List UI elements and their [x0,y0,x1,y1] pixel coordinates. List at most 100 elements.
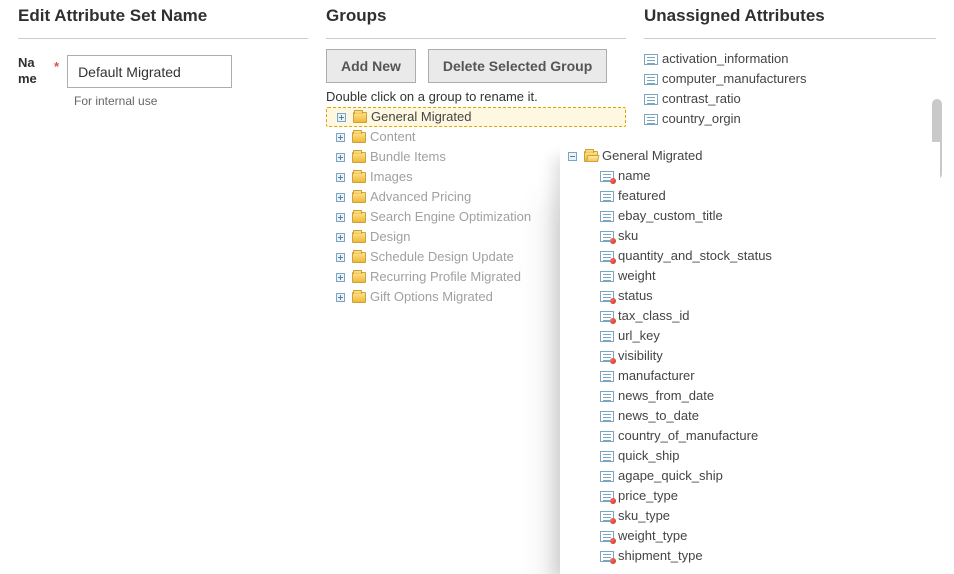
folder-icon [352,292,366,303]
add-new-button[interactable]: Add New [326,49,416,83]
attribute-icon [644,114,658,125]
attribute-set-name-input[interactable] [67,55,232,88]
folder-icon [352,172,366,183]
attribute-icon [600,511,614,522]
overlay-attribute-row[interactable]: sku [566,226,932,246]
overlay-attribute-row[interactable]: featured [566,186,932,206]
group-label: Design [370,228,410,246]
overlay-attribute-row[interactable]: quick_ship [566,446,932,466]
attribute-icon [600,451,614,462]
group-label: Bundle Items [370,148,446,166]
attribute-icon [600,531,614,542]
overlay-root-row[interactable]: General Migrated [566,146,932,166]
expand-icon[interactable] [336,173,345,182]
attribute-label: manufacturer [618,367,695,385]
required-dot-icon [610,298,616,304]
unassigned-attribute-row[interactable]: country_orgin [644,109,930,129]
group-row[interactable]: General Migrated [326,107,626,127]
name-hint: For internal use [74,94,308,108]
expand-icon[interactable] [336,253,345,262]
folder-icon [352,152,366,163]
attribute-icon [600,271,614,282]
attribute-icon [600,491,614,502]
overlay-attribute-row[interactable]: visibility [566,346,932,366]
attribute-icon [600,391,614,402]
attribute-icon [644,94,658,105]
required-dot-icon [610,558,616,564]
folder-icon [352,192,366,203]
group-label: Recurring Profile Migrated [370,268,521,286]
overlay-attribute-row[interactable]: weight_type [566,526,932,546]
folder-open-icon [584,151,598,162]
overlay-attribute-row[interactable]: manufacturer [566,366,932,386]
attribute-label: news_from_date [618,387,714,405]
delete-selected-group-button[interactable]: Delete Selected Group [428,49,607,83]
folder-icon [352,232,366,243]
overlay-attribute-row[interactable]: sku_type [566,506,932,526]
overlay-attribute-row[interactable]: tax_class_id [566,306,932,326]
overlay-attribute-row[interactable]: news_from_date [566,386,932,406]
attribute-label: activation_information [662,50,788,68]
overlay-attribute-row[interactable]: ebay_custom_title [566,206,932,226]
expand-icon[interactable] [336,153,345,162]
overlay-attribute-row[interactable]: shipment_type [566,546,932,566]
attribute-icon [600,251,614,262]
required-dot-icon [610,318,616,324]
attribute-icon [600,231,614,242]
attribute-label: quick_ship [618,447,679,465]
overlay-attribute-row[interactable]: name [566,166,932,186]
expand-icon[interactable] [336,133,345,142]
overlay-attribute-row[interactable]: weight [566,266,932,286]
attribute-label: status [618,287,653,305]
expand-icon[interactable] [336,213,345,222]
folder-icon [352,132,366,143]
attribute-icon [600,171,614,182]
expand-icon[interactable] [336,273,345,282]
attribute-label: country_orgin [662,110,741,128]
attribute-label: url_key [618,327,660,345]
attribute-label: country_of_manufacture [618,427,758,445]
attribute-icon [600,191,614,202]
overlay-attribute-row[interactable]: url_key [566,326,932,346]
attribute-icon [600,431,614,442]
folder-icon [352,252,366,263]
attribute-icon [600,471,614,482]
unassigned-attribute-row[interactable]: computer_manufacturers [644,69,930,89]
required-dot-icon [610,238,616,244]
overlay-attribute-row[interactable]: quantity_and_stock_status [566,246,932,266]
attribute-icon [600,211,614,222]
edit-attribute-set-title: Edit Attribute Set Name [18,0,308,39]
attribute-icon [644,54,658,65]
expand-icon[interactable] [336,233,345,242]
attribute-label: featured [618,187,666,205]
unassigned-attribute-row[interactable]: contrast_ratio [644,89,930,109]
required-star-icon: * [54,59,59,74]
overlay-attribute-row[interactable]: status [566,286,932,306]
required-dot-icon [610,358,616,364]
unassigned-attribute-row[interactable]: activation_information [644,49,930,69]
attribute-icon [644,74,658,85]
overlay-root-label: General Migrated [602,147,702,165]
attribute-icon [600,351,614,362]
expand-icon[interactable] [336,193,345,202]
required-dot-icon [610,518,616,524]
attribute-label: price_type [618,487,678,505]
required-dot-icon [610,498,616,504]
overlay-attribute-row[interactable]: country_of_manufacture [566,426,932,446]
unassigned-tree: activation_information computer_manufactu… [644,49,930,129]
overlay-attribute-row[interactable]: agape_quick_ship [566,466,932,486]
attribute-label: sku_type [618,507,670,525]
expand-icon[interactable] [336,293,345,302]
attribute-label: news_to_date [618,407,699,425]
attribute-label: quantity_and_stock_status [618,247,772,265]
overlay-attribute-row[interactable]: price_type [566,486,932,506]
expand-icon[interactable] [337,113,346,122]
group-label: Schedule Design Update [370,248,514,266]
collapse-icon[interactable] [568,152,577,161]
name-label: Na me [18,55,46,87]
attribute-label: agape_quick_ship [618,467,723,485]
attribute-label: computer_manufacturers [662,70,807,88]
group-label: General Migrated [371,108,471,126]
overlay-attribute-row[interactable]: news_to_date [566,406,932,426]
group-label: Advanced Pricing [370,188,471,206]
